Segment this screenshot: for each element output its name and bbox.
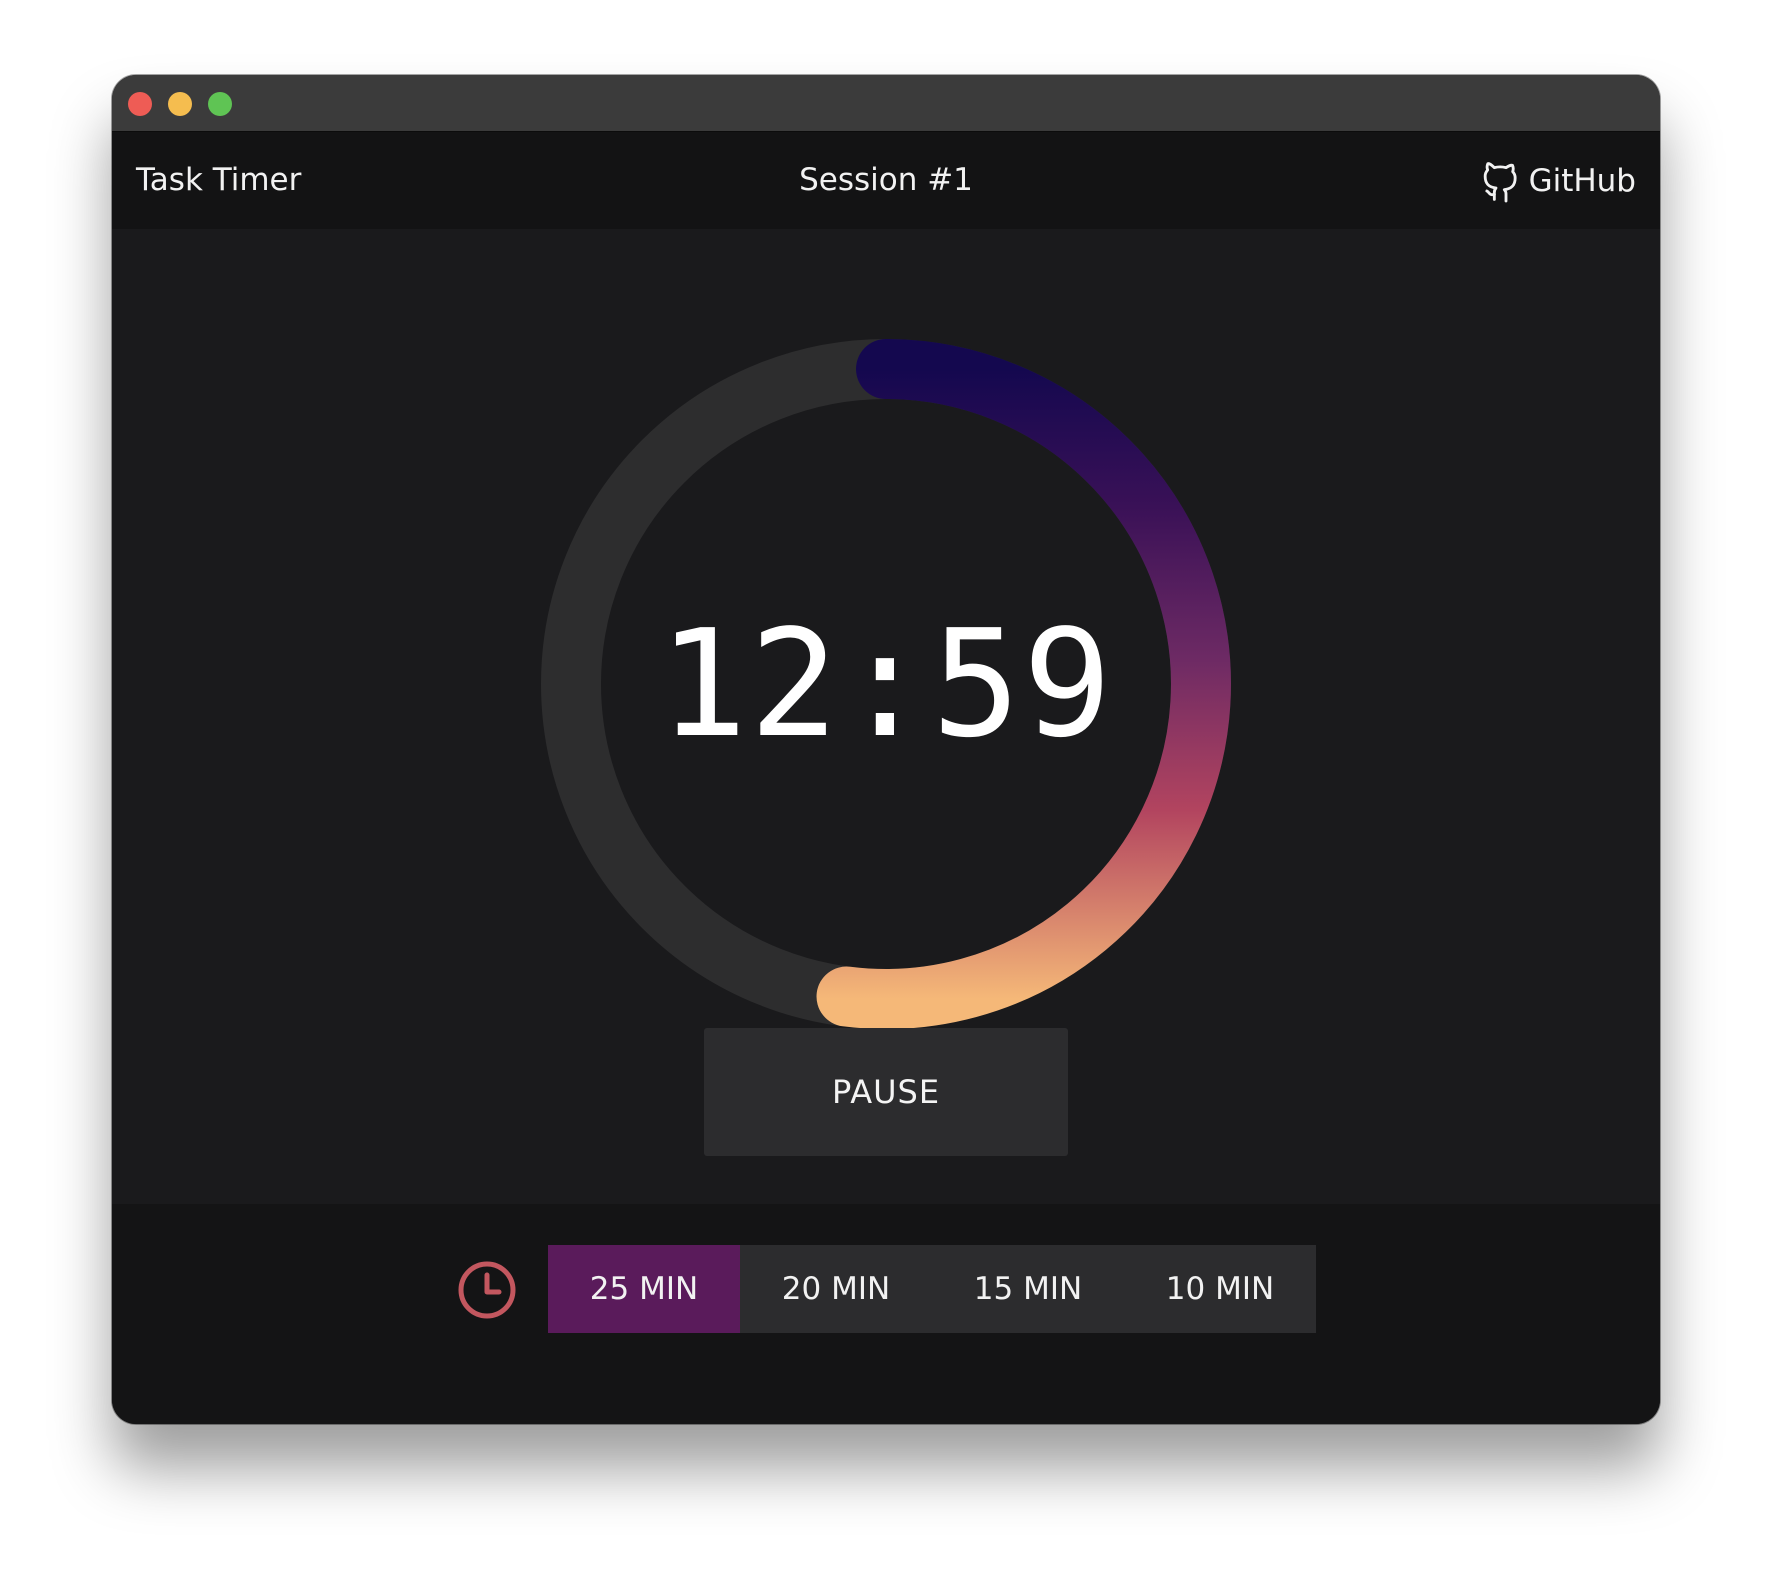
clock-icon: [458, 1261, 516, 1319]
duration-option-25[interactable]: 25 MIN: [548, 1245, 740, 1333]
window-titlebar[interactable]: [112, 75, 1660, 132]
app-header: Task Timer Session #1 GitHub: [112, 132, 1660, 229]
timer-panel: 12:59 PAUSE: [112, 229, 1660, 1204]
zoom-window-button[interactable]: [208, 92, 232, 116]
duration-option-20[interactable]: 20 MIN: [740, 1245, 932, 1333]
pause-button[interactable]: PAUSE: [704, 1028, 1068, 1156]
github-label: GitHub: [1528, 162, 1636, 199]
duration-selector: 25 MIN 20 MIN 15 MIN 10 MIN: [548, 1245, 1316, 1333]
timer-display: 12:59: [658, 598, 1114, 770]
duration-option-15[interactable]: 15 MIN: [932, 1245, 1124, 1333]
app-window: Task Timer Session #1 GitHub 12:59 PAUSE…: [112, 75, 1660, 1424]
github-icon: [1481, 159, 1521, 203]
github-link[interactable]: GitHub: [1481, 132, 1636, 229]
duration-option-10[interactable]: 10 MIN: [1124, 1245, 1316, 1333]
minimize-window-button[interactable]: [168, 92, 192, 116]
duration-footer: 25 MIN 20 MIN 15 MIN 10 MIN: [112, 1204, 1660, 1424]
close-window-button[interactable]: [128, 92, 152, 116]
session-title: Session #1: [799, 162, 973, 198]
